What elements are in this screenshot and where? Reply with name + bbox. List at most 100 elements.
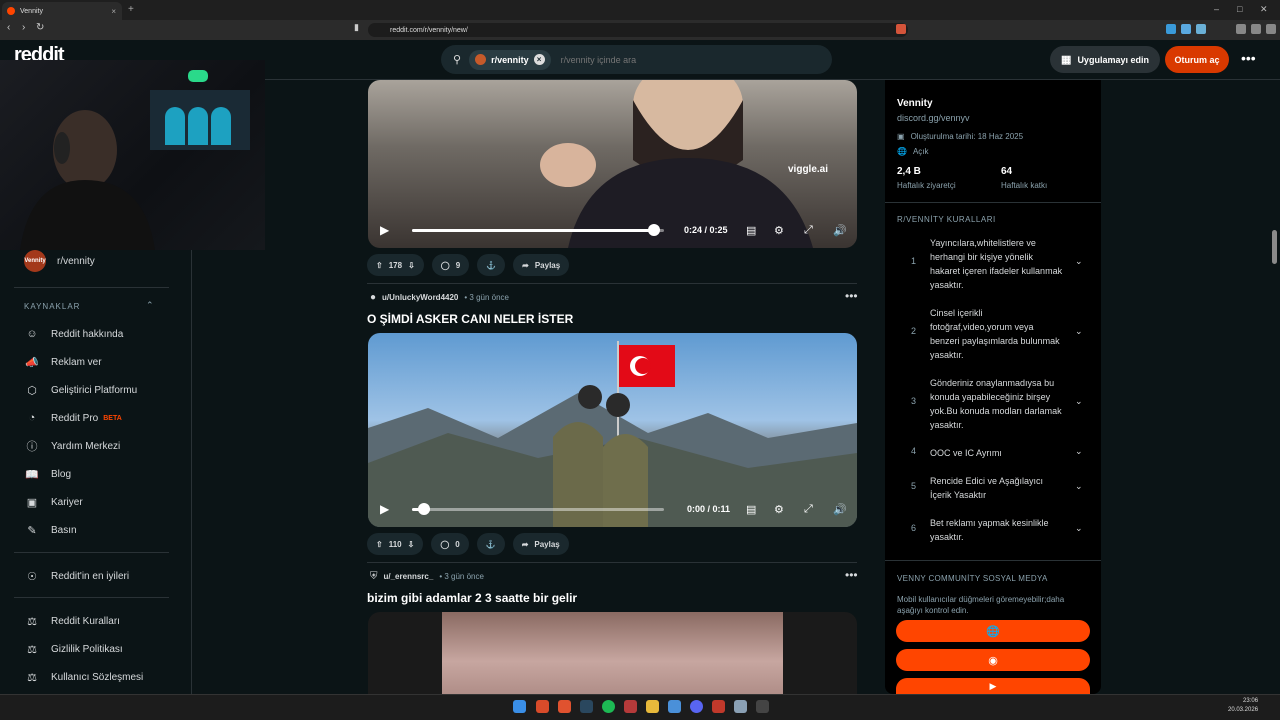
search-bar[interactable]: ⚲ r/vennity × [441,45,832,74]
login-button[interactable]: Oturum aç [1165,46,1229,73]
menu-icon[interactable] [1266,24,1276,34]
maximize-button[interactable]: □ [1237,4,1242,14]
upvote-icon[interactable]: ⇧ [376,540,383,549]
community-link[interactable]: discord.gg/vennyv [897,113,970,123]
sidebar-item-reddit-pro[interactable]: ◔ Reddit Pro BETA [24,410,122,426]
sidebar-item-press[interactable]: ✎ Basın [24,522,76,538]
share-label: Paylaş [534,260,561,270]
settings-gear-icon[interactable]: ⚙ [774,224,784,237]
progress-knob[interactable] [648,224,660,236]
more-options-icon[interactable]: ••• [1241,50,1256,66]
folder-icon[interactable] [646,700,659,713]
play-icon[interactable]: ▶ [380,223,389,237]
sidebar-item-subreddit[interactable]: Vennity r/vennity [24,250,95,272]
bookmark-icon[interactable]: ▮ [354,22,359,33]
steam-icon[interactable] [580,700,593,713]
captions-icon[interactable]: ▤ [746,224,756,237]
spotify-icon[interactable] [602,700,615,713]
settings-gear-icon[interactable]: ⚙ [774,503,784,516]
back-icon[interactable]: ‹ [7,22,10,33]
upvote-icon[interactable]: ⇧ [376,261,383,270]
windows-start-icon[interactable] [513,700,526,713]
comments-button[interactable]: ◯ 9 [431,254,470,276]
clear-chip-icon[interactable]: × [533,54,545,65]
sidebar-item-privacy[interactable]: ⚖ Gizlilik Politikası [24,641,123,657]
brave-icon[interactable] [558,700,571,713]
extension-icon[interactable] [1196,24,1206,34]
post-title[interactable]: bizim gibi adamlar 2 3 saatte bir gelir [367,591,577,605]
fullscreen-icon[interactable]: ⤢ [804,224,813,237]
sidebar-item-help[interactable]: ⓘ Yardım Merkezi [24,438,121,454]
page-scrollbar[interactable] [1270,80,1280,694]
captions-icon[interactable]: ▤ [746,503,756,516]
system-clock[interactable]: 23:06 20.03.2026 [1228,697,1258,715]
website-button[interactable]: 🌐 [896,620,1090,642]
scrollbar-thumb[interactable] [1272,230,1277,264]
sidebar-item-about[interactable]: ☺ Reddit hakkında [24,326,123,342]
volume-icon[interactable]: 🔊 [833,503,847,516]
volume-icon[interactable]: 🔊 [833,224,847,237]
app-icon[interactable] [668,700,681,713]
address-bar[interactable]: reddit.com/r/vennity/new/ [368,23,908,37]
sidebar-item-dev-platform[interactable]: ⬡ Geliştirici Platformu [24,382,137,398]
rule-item[interactable]: 4 OOC ve IC Ayrımı ⌄ [897,446,1092,460]
discord-icon[interactable] [690,700,703,713]
progress-track[interactable] [412,507,664,511]
search-scope-chip[interactable]: r/vennity × [469,49,551,70]
sidebar-item-rules[interactable]: ⚖ Reddit Kuralları [24,613,120,629]
music-icon[interactable] [1236,24,1246,34]
sidebar-item-user-agreement[interactable]: ⚖ Kullanıcı Sözleşmesi [24,669,143,685]
post-video[interactable]: viggle.ai ▶ 0:24 / 0:25 ▤ ⚙ ⤢ 🔊 [368,80,857,248]
close-window-button[interactable]: ✕ [1260,4,1268,15]
downvote-icon[interactable]: ⇩ [408,261,415,270]
app-icon[interactable] [536,700,549,713]
brave-shield-icon[interactable] [896,24,906,34]
post-video[interactable] [368,612,857,694]
fullscreen-icon[interactable]: ⤢ [804,503,813,516]
share-button[interactable]: ➦ Paylaş [513,254,570,276]
sidebar-toggle-icon[interactable] [1251,24,1261,34]
rule-item[interactable]: 2 Cinsel içerikli fotoğraf,video,yorum v… [897,306,1092,362]
new-tab-button[interactable]: + [128,4,134,15]
chevron-up-icon[interactable]: ⌃ [146,300,154,311]
sidebar-item-label: Reddit hakkında [51,328,124,340]
post-author[interactable]: u/_erennsrc_ [384,572,434,581]
rule-item[interactable]: 6 Bet reklamı yapmak kesinlikle yasaktır… [897,516,1092,544]
rule-number: 2 [911,326,917,336]
post-video[interactable]: ▶ 0:00 / 0:11 ▤ ⚙ ⤢ 🔊 [368,333,857,527]
youtube-button[interactable]: ▶ [896,678,1090,694]
rule-item[interactable]: 3 Gönderiniz onaylanmadıysa bu konuda ya… [897,376,1092,432]
post-title[interactable]: O ŞİMDİ ASKER CANI NELER İSTER [367,312,573,326]
extension-icon[interactable] [1181,24,1191,34]
extension-icon[interactable] [1166,24,1176,34]
post-author[interactable]: u/UnluckyWord4420 [382,293,458,302]
get-app-button[interactable]: ▦ Uygulamayı edin [1050,46,1160,73]
sidebar-item-best-of[interactable]: ☉ Reddit'in en iyileri [24,568,129,584]
settings-icon[interactable] [734,700,747,713]
rule-item[interactable]: 1 Yayıncılara,whitelistlere ve herhangi … [897,236,1092,292]
award-button[interactable]: ⚓ [477,254,506,276]
downvote-icon[interactable]: ⇩ [408,540,415,549]
post-options-icon[interactable]: ••• [845,289,858,303]
sidebar-item-advertise[interactable]: 📣 Reklam ver [24,354,101,370]
forward-icon[interactable]: › [22,22,25,33]
sidebar-item-careers[interactable]: ▣ Kariyer [24,494,83,510]
search-input[interactable] [560,54,801,65]
chevron-down-icon: ⌄ [1075,256,1083,266]
award-button[interactable]: ⚓ [476,533,505,555]
reload-icon[interactable]: ↻ [36,22,44,33]
discord-button[interactable]: ◉ [896,649,1090,671]
app-icon[interactable] [756,700,769,713]
comments-button[interactable]: ◯ 0 [431,533,469,555]
app-icon[interactable] [624,700,637,713]
sidebar-item-blog[interactable]: 📖 Blog [24,466,71,482]
share-button[interactable]: ➦ Paylaş [512,533,569,555]
minimize-button[interactable]: – [1214,4,1219,14]
post-options-icon[interactable]: ••• [845,568,858,582]
rule-item[interactable]: 5 Rencide Edici ve Aşağılayıcı İçerik Ya… [897,474,1092,502]
browser-tab[interactable]: Vennity × [2,2,122,20]
progress-knob[interactable] [418,503,430,515]
play-icon[interactable]: ▶ [380,502,389,516]
tab-close-icon[interactable]: × [111,7,116,16]
app-icon[interactable] [712,700,725,713]
